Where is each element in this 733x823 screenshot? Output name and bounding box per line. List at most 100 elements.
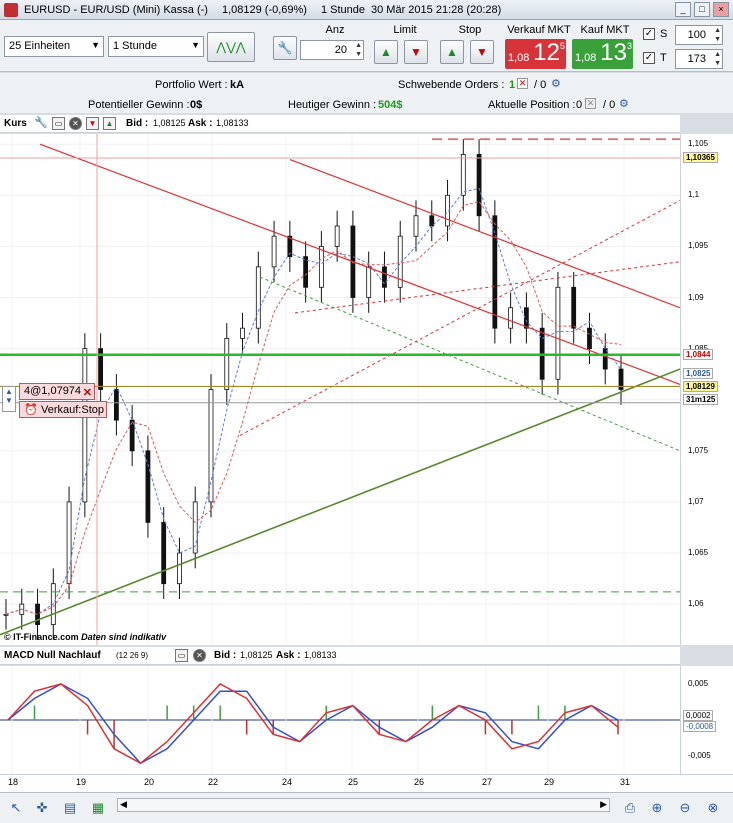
close-button[interactable]: × — [713, 2, 729, 17]
scroll-right-icon[interactable]: ▶ — [600, 799, 607, 810]
arrow-up-icon[interactable]: ▲ — [103, 117, 116, 130]
price-tag-blue: 1,0825 — [683, 368, 714, 380]
close-panel-icon[interactable]: ✕ — [193, 649, 206, 662]
window-icon[interactable]: ▭ — [52, 117, 65, 130]
candle-body — [3, 613, 9, 616]
zoom-out-icon[interactable]: ⊖ — [675, 798, 695, 818]
macd-tag-a: 0,0002 — [683, 710, 714, 721]
period-select[interactable]: 1 Stunde ▼ — [108, 36, 204, 57]
ask-label: Ask : — [188, 118, 213, 129]
zoom-in-icon[interactable]: ⊕ — [647, 798, 667, 818]
x-axis-tick: 26 — [414, 777, 425, 787]
price-chart[interactable] — [0, 134, 680, 645]
position-close-icon[interactable]: ✕ — [585, 98, 596, 109]
x-axis-tick: 31 — [620, 777, 631, 787]
price-axis-tick: 1,09 — [688, 292, 704, 302]
x-axis-tick: 27 — [482, 777, 493, 787]
price-axis-tick: 1,1 — [688, 190, 700, 200]
units-select-value: 25 Einheiten — [9, 40, 71, 52]
maximize-button[interactable]: □ — [694, 2, 710, 17]
stop-label: Stop — [458, 24, 482, 36]
stop-sell-button[interactable]: ▼ — [470, 40, 494, 64]
pending-orders-count-2: / 0 — [534, 79, 547, 91]
macd-axis-tick: 0,005 — [688, 679, 709, 688]
price-axis-tick: 1,07 — [688, 496, 704, 506]
buy-price-small: 1,08 — [575, 52, 597, 64]
arrow-down-icon[interactable]: ▼ — [86, 117, 99, 130]
alarm-icon: ⏰ — [24, 404, 38, 416]
x-axis-tick: 20 — [144, 777, 155, 787]
t-input[interactable]: 173 ▲ ▼ — [675, 49, 723, 69]
position-label: Aktuelle Position : — [488, 99, 576, 111]
t-checkbox[interactable]: ✓ — [643, 52, 655, 64]
spinner-arrows-icon[interactable]: ▲ ▼ — [355, 41, 362, 59]
macd-chart[interactable] — [0, 666, 680, 774]
toolbar: 25 Einheiten ▼ 1 Stunde ▼ ⋀⋁⋀ 🔧 Anz 20 ▲… — [0, 20, 733, 72]
minimize-button[interactable]: _ — [675, 2, 691, 17]
candle-body — [429, 215, 435, 227]
candle-body — [476, 154, 482, 217]
close-panel-icon[interactable]: ✕ — [69, 117, 82, 130]
candle-body — [113, 389, 119, 421]
portfolio-label: Portfolio Wert : — [155, 79, 228, 91]
chart-type-button[interactable]: ⋀⋁⋀ — [207, 32, 255, 62]
pending-orders-label: Schwebende Orders : — [398, 79, 505, 91]
drag-handle-icon[interactable]: ▲ ▼ — [2, 386, 16, 412]
macd-bid-label: Bid : — [214, 650, 237, 661]
spinner-arrows-icon[interactable]: ▲ ▼ — [714, 50, 721, 68]
wrench-icon[interactable]: 🔧 — [34, 116, 48, 129]
stop-buy-button[interactable]: ▲ — [440, 40, 464, 64]
buy-mkt-label: Kauf MKT — [580, 24, 630, 36]
scroll-left-icon[interactable]: ◀ — [120, 799, 127, 810]
limit-sell-button[interactable]: ▼ — [404, 40, 428, 64]
cursor-tool-icon[interactable]: ↖ — [6, 798, 26, 818]
buy-price-big: 13 — [600, 39, 627, 66]
macd-title: MACD Null Nachlauf — [4, 650, 101, 661]
pending-orders-close-icon[interactable]: ✕ — [517, 78, 528, 89]
buy-market-button[interactable]: 1,08 13 3 — [572, 39, 633, 69]
s-input[interactable]: 100 ▲ ▼ — [675, 25, 723, 45]
order-price-box[interactable]: 4@1,07974 ✕ — [19, 383, 95, 400]
order-price: 4@1,07974 — [24, 385, 82, 397]
price-axis-tick: 1,075 — [688, 445, 709, 455]
macd-ask-value: 1,08133 — [304, 650, 337, 660]
pending-orders-count: 1 — [509, 79, 516, 91]
order-type-box[interactable]: ⏰ Verkauf:Stop — [19, 401, 107, 418]
ask-value: 1,08133 — [216, 118, 249, 128]
candle-body — [413, 215, 419, 237]
candle-body — [555, 286, 561, 380]
buy-price-sup: 3 — [626, 41, 632, 51]
macd-params: (12 26 9) — [116, 651, 149, 660]
x-axis-tick: 25 — [348, 777, 359, 787]
candle-body — [177, 552, 182, 585]
portfolio-value: kA — [230, 79, 245, 91]
spinner-arrows-icon[interactable]: ▲ ▼ — [714, 26, 721, 44]
indicator-icon[interactable]: ▤ — [60, 798, 80, 818]
candle-body — [208, 389, 214, 503]
crosshair-icon[interactable]: ✜ — [32, 798, 52, 818]
s-label: S — [660, 28, 668, 40]
units-select[interactable]: 25 Einheiten ▼ — [4, 36, 104, 57]
order-close-icon[interactable]: ✕ — [83, 386, 92, 399]
anz-input[interactable]: 20 ▲ ▼ — [300, 40, 364, 60]
candle-body — [318, 246, 324, 288]
sell-price-small: 1,08 — [508, 52, 530, 64]
horizontal-scrollbar[interactable]: ◀ ▶ — [117, 798, 610, 812]
sell-market-button[interactable]: 1,08 12 5 — [505, 39, 566, 69]
potential-gain-value: 0$ — [190, 99, 203, 111]
sell-price-sup: 5 — [559, 41, 565, 51]
candle-body — [366, 266, 372, 298]
wrench-icon[interactable]: 🔧 — [273, 36, 297, 60]
candle-body — [523, 307, 529, 329]
potential-gain-label: Potentieller Gewinn : — [88, 99, 190, 111]
zoom-fit-icon[interactable]: ⊗ — [703, 798, 723, 818]
print-icon[interactable]: ⎙ — [620, 798, 640, 818]
candle-body — [587, 327, 592, 350]
gears-icon[interactable]: ⚙ — [551, 77, 561, 90]
s-checkbox[interactable]: ✓ — [643, 28, 655, 40]
drawing-tools-icon[interactable]: ▦ — [88, 798, 108, 818]
window-icon[interactable]: ▭ — [175, 649, 188, 662]
portfolio-info-bar: Portfolio Wert : kA Schwebende Orders : … — [0, 73, 733, 113]
gears-icon[interactable]: ⚙ — [619, 97, 629, 110]
limit-buy-button[interactable]: ▲ — [374, 40, 398, 64]
